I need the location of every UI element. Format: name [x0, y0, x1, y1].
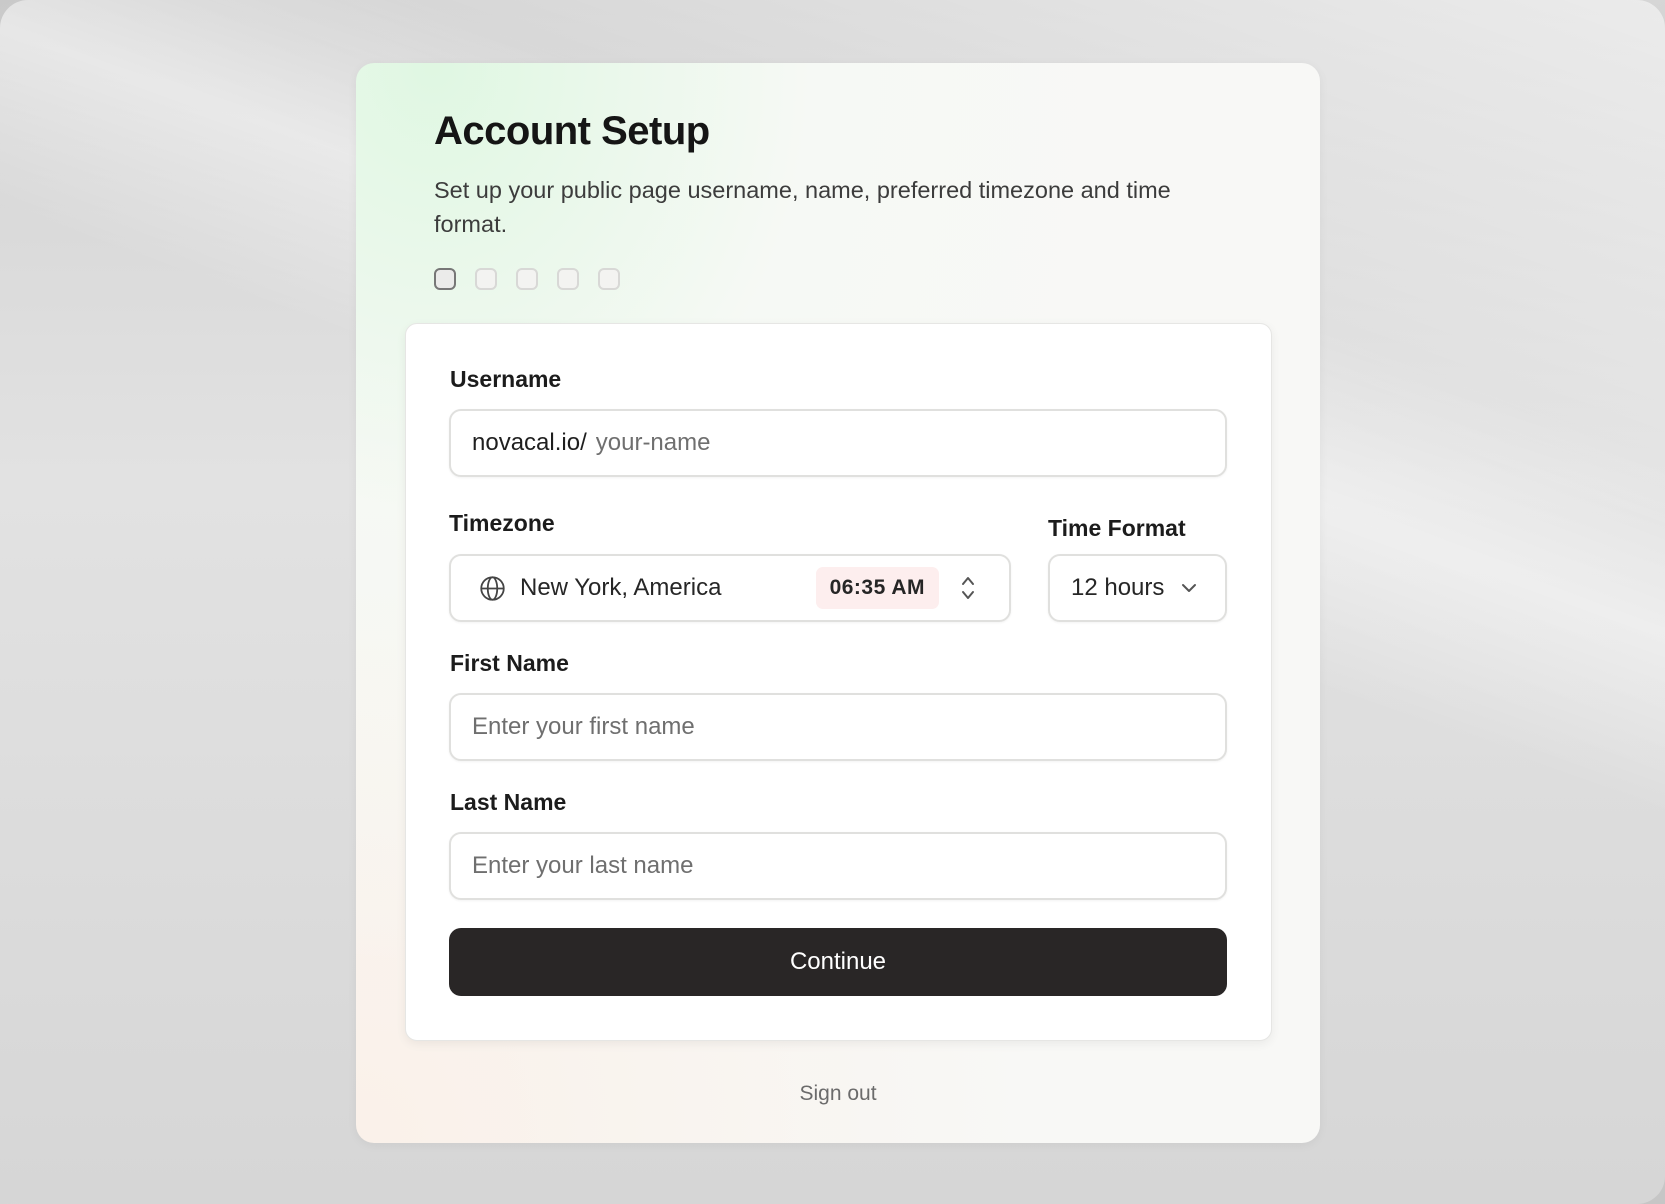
- step-2-indicator: [475, 268, 497, 290]
- first-name-input[interactable]: [472, 695, 1225, 759]
- step-1-indicator: [434, 268, 456, 290]
- page-subtitle: Set up your public page username, name, …: [434, 177, 1171, 237]
- username-field: novacal.io/: [449, 409, 1227, 477]
- timezone-label: Timezone: [449, 510, 555, 536]
- username-input[interactable]: [595, 411, 1225, 475]
- page-title: Account Setup: [434, 109, 710, 153]
- username-label: Username: [450, 366, 562, 392]
- globe-icon: [479, 575, 506, 602]
- last-name-input[interactable]: [472, 834, 1225, 898]
- current-time-badge: 06:35 AM: [815, 567, 939, 609]
- time-format-label: Time Format: [1048, 515, 1186, 541]
- chevron-up-down-icon: [959, 574, 977, 602]
- step-3-indicator: [516, 268, 538, 290]
- timezone-select[interactable]: New York, America 06:35 AM: [449, 554, 1011, 622]
- step-4-indicator: [557, 268, 579, 290]
- continue-button[interactable]: Continue: [449, 928, 1227, 996]
- timezone-value: New York, America: [520, 574, 722, 601]
- first-name-field: [449, 693, 1227, 761]
- step-5-indicator: [598, 268, 620, 290]
- chevron-down-icon: [1179, 581, 1199, 595]
- last-name-label: Last Name: [450, 789, 567, 815]
- first-name-label: First Name: [450, 650, 569, 676]
- account-setup-card: Account Setup Set up your public page us…: [356, 63, 1320, 1143]
- username-prefix: novacal.io/: [472, 429, 587, 456]
- time-format-value: 12 hours: [1071, 574, 1165, 601]
- step-indicator: [434, 268, 620, 290]
- sign-out-link[interactable]: Sign out: [356, 1082, 1320, 1106]
- setup-form: Username novacal.io/ Timezone New York, …: [405, 323, 1272, 1041]
- last-name-field: [449, 832, 1227, 900]
- time-format-select[interactable]: 12 hours: [1048, 554, 1227, 622]
- background: Account Setup Set up your public page us…: [0, 0, 1665, 1204]
